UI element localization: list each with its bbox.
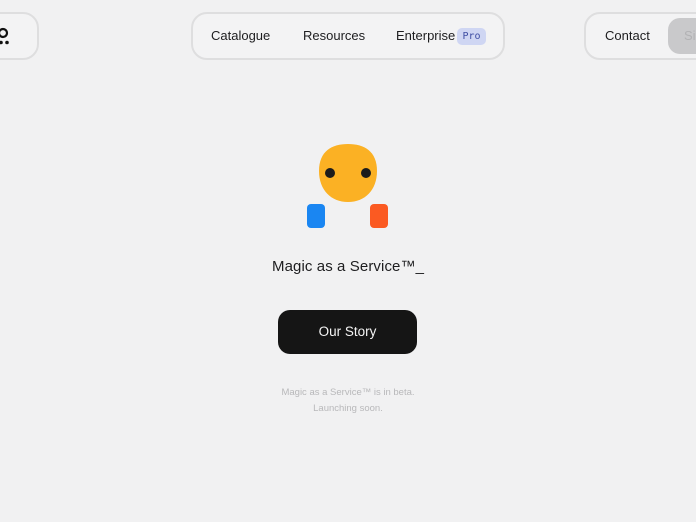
mascot-left-eye	[325, 168, 335, 178]
beta-note-line-1: Magic as a Service™ is in beta.	[281, 387, 415, 398]
main-nav: Catalogue Resources Enterprise Pro	[191, 12, 505, 60]
mascot-right-hand	[370, 204, 388, 228]
account-pill: Contact Si	[584, 12, 696, 60]
nav-item-catalogue[interactable]: Catalogue	[211, 28, 270, 43]
hero-tagline: Magic as a Service™_	[271, 258, 425, 275]
pro-badge: Pro	[457, 28, 486, 45]
mascot-illustration	[307, 144, 388, 228]
mascot-left-hand	[307, 204, 325, 228]
beta-note-line-2: Launching soon.	[313, 403, 383, 414]
nav-item-resources[interactable]: Resources	[303, 28, 365, 43]
mascot-right-eye	[361, 168, 371, 178]
nav-item-enterprise[interactable]: Enterprise	[396, 28, 455, 43]
contact-link[interactable]: Contact	[605, 28, 650, 43]
sign-in-button[interactable]: Si	[668, 18, 696, 54]
logo-mark-icon	[0, 27, 9, 45]
logo-pill[interactable]	[0, 12, 39, 60]
our-story-button[interactable]: Our Story	[278, 310, 417, 354]
